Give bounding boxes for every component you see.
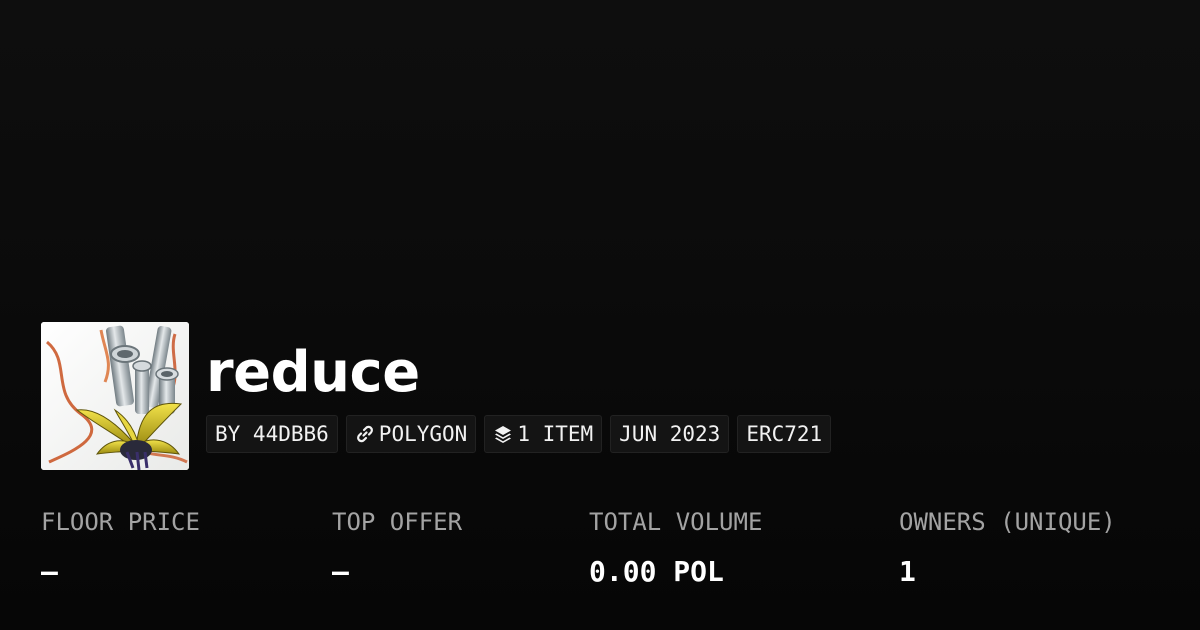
date-pill: JUN 2023 — [610, 415, 730, 453]
standard-pill: ERC721 — [737, 415, 832, 453]
creator-label: BY 44DBB6 — [215, 422, 329, 446]
collection-title: reduce — [206, 340, 420, 405]
floor-price-label: FLOOR PRICE — [41, 508, 200, 536]
stat-top-offer: TOP OFFER – — [332, 505, 462, 589]
total-volume-label: TOTAL VOLUME — [589, 508, 763, 536]
layers-icon — [493, 424, 513, 444]
collection-stats: FLOOR PRICE – TOP OFFER – TOTAL VOLUME 0… — [0, 505, 1200, 595]
collection-avatar — [41, 322, 189, 470]
owners-label: OWNERS (UNIQUE) — [899, 508, 1116, 536]
items-pill[interactable]: 1 ITEM — [484, 415, 603, 453]
date-label: JUN 2023 — [619, 422, 721, 446]
stat-owners: OWNERS (UNIQUE) 1 — [899, 505, 1116, 589]
owners-value: 1 — [899, 555, 916, 588]
stat-floor-price: FLOOR PRICE – — [41, 505, 200, 589]
top-offer-label: TOP OFFER — [332, 508, 463, 536]
standard-label: ERC721 — [746, 422, 823, 446]
collection-meta-pills: BY 44DBB6 POLYGON 1 ITEM JUN 2023 ERC721 — [206, 415, 832, 453]
stat-total-volume: TOTAL VOLUME 0.00 POL — [589, 505, 762, 589]
floor-price-value: – — [41, 555, 58, 588]
chain-label: POLYGON — [378, 422, 468, 446]
top-offer-value: – — [332, 555, 349, 588]
link-icon — [355, 424, 375, 444]
creator-pill[interactable]: BY 44DBB6 — [206, 415, 338, 453]
items-label: 1 ITEM — [517, 422, 594, 446]
total-volume-value: 0.00 POL — [589, 555, 724, 588]
chain-pill[interactable]: POLYGON — [345, 415, 477, 453]
collection-artwork-image — [41, 322, 189, 470]
